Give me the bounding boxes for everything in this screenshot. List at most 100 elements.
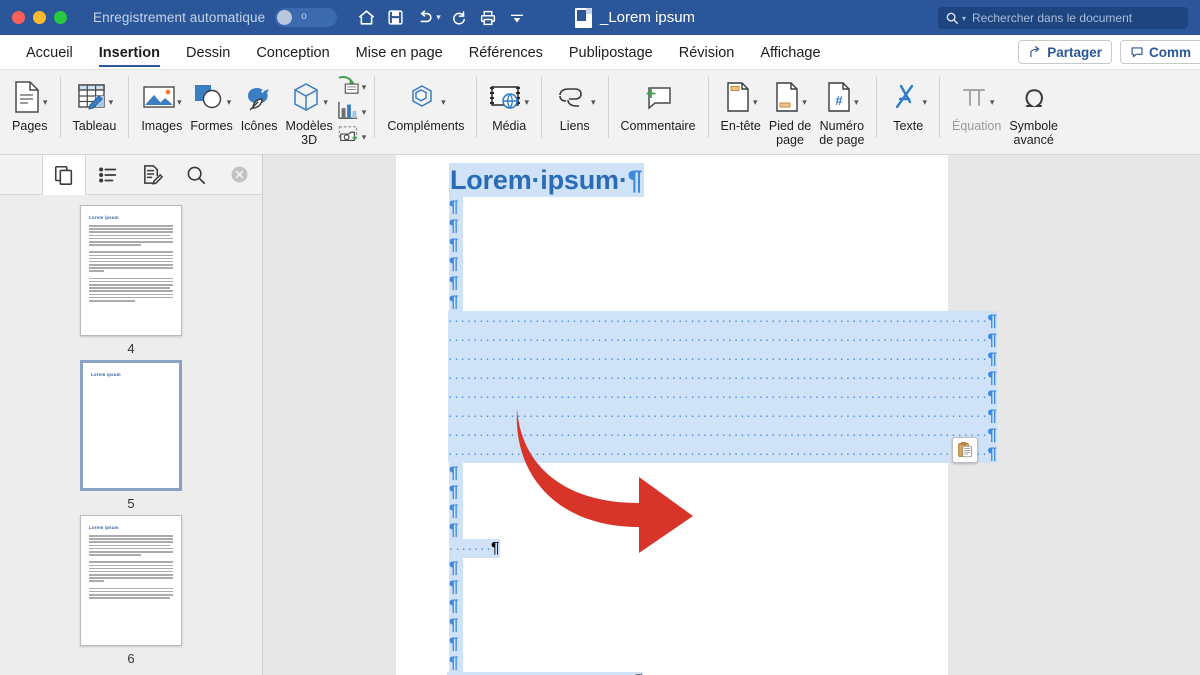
links-dropdown-caret[interactable]: ▾ <box>591 88 596 107</box>
page-thumbnail-5[interactable]: Lorem ipsum <box>80 360 182 491</box>
selected-space-block[interactable]: ········································… <box>448 311 997 463</box>
undo-dropdown-caret[interactable]: ▾ <box>436 12 441 23</box>
pages-button[interactable]: ▾ Pages <box>8 70 52 133</box>
document-canvas[interactable]: Lorem·ipsum·¶ ¶ ¶ ¶ ¶ ¶ ¶ ··············… <box>263 155 1200 675</box>
space-line[interactable]: ········································… <box>448 425 997 444</box>
reviewing-tab[interactable] <box>130 155 174 194</box>
space-line[interactable]: ········································… <box>448 406 997 425</box>
tab-references[interactable]: Références <box>456 45 556 69</box>
tab-mise-en-page[interactable]: Mise en page <box>343 45 456 69</box>
page-thumbnail-6[interactable]: Lorem ipsum <box>80 515 182 646</box>
space-line[interactable]: ········································… <box>448 368 997 387</box>
empty-paragraph[interactable]: ¶ <box>449 216 463 235</box>
empty-paragraph[interactable]: ¶ <box>449 558 463 577</box>
shapes-button[interactable]: ▾ Formes <box>186 70 236 133</box>
new-comment-button[interactable]: Commentaire <box>617 70 700 133</box>
search-input[interactable] <box>969 11 1181 25</box>
space-line[interactable]: ········································… <box>448 387 997 406</box>
addins-dropdown-caret[interactable]: ▾ <box>441 88 446 107</box>
close-navigation-pane-button[interactable] <box>230 155 249 194</box>
text-dropdown-caret[interactable]: ▾ <box>922 88 927 107</box>
minimize-window-button[interactable] <box>33 11 46 24</box>
empty-paragraph[interactable]: ¶ <box>449 615 463 634</box>
chart-button[interactable]: ▾ <box>337 100 367 124</box>
empty-paragraph[interactable]: ¶ <box>449 577 463 596</box>
table-button[interactable]: ▾ Tableau <box>69 70 121 133</box>
3d-models-dropdown-caret[interactable]: ▾ <box>323 88 328 107</box>
space-line[interactable]: ········································… <box>448 349 997 368</box>
pages-dropdown-caret[interactable]: ▾ <box>43 88 48 107</box>
autosave-toggle[interactable]: o <box>275 8 337 27</box>
smartart-button[interactable]: ▾ <box>337 75 367 99</box>
text-button[interactable]: ▾ Texte <box>885 70 931 133</box>
page-number-dropdown-caret[interactable]: ▾ <box>854 88 859 107</box>
smartart-dropdown-caret[interactable]: ▾ <box>362 83 367 92</box>
empty-paragraph[interactable]: ¶ <box>449 273 463 292</box>
page-number-button[interactable]: # ▾ Numéro de page <box>815 70 868 147</box>
outline-tab[interactable] <box>86 155 130 194</box>
header-button[interactable]: ▾ En-tête <box>717 70 765 133</box>
footer-button[interactable]: ▾ Pied de page <box>765 70 815 147</box>
empty-paragraph[interactable]: ¶ <box>449 653 463 672</box>
thumbnail-item[interactable]: Lorem ipsum 5 <box>0 360 262 511</box>
print-icon[interactable] <box>475 5 501 31</box>
save-icon[interactable] <box>382 5 408 31</box>
tab-revision[interactable]: Révision <box>666 45 748 69</box>
pictures-dropdown-caret[interactable]: ▾ <box>177 88 182 107</box>
close-window-button[interactable] <box>12 11 25 24</box>
tab-insertion[interactable]: Insertion <box>86 45 173 69</box>
empty-paragraph[interactable]: ¶ <box>449 634 463 653</box>
table-dropdown-caret[interactable]: ▾ <box>109 88 114 107</box>
tab-conception[interactable]: Conception <box>243 45 342 69</box>
comments-button[interactable]: Comm <box>1120 40 1200 64</box>
screenshot-dropdown-caret[interactable]: ▾ <box>362 133 367 142</box>
document-title[interactable]: _Lorem ipsum <box>600 9 695 26</box>
paste-options-button[interactable] <box>952 437 978 463</box>
window-controls[interactable] <box>0 11 67 24</box>
space-line[interactable]: ········································… <box>448 330 997 349</box>
undo-icon[interactable] <box>411 5 437 31</box>
empty-paragraph[interactable]: ¶ <box>449 482 463 501</box>
space-line[interactable]: ········································… <box>448 311 997 330</box>
empty-paragraph-group[interactable]: ¶ ¶ ¶ ¶ ¶ ¶ <box>449 197 914 311</box>
shapes-dropdown-caret[interactable]: ▾ <box>227 88 232 107</box>
empty-paragraph-group[interactable]: ¶ ¶ ¶ ¶ <box>449 463 914 539</box>
screenshot-button[interactable]: ▾ <box>337 125 367 149</box>
tab-affichage[interactable]: Affichage <box>747 45 833 69</box>
empty-paragraph[interactable]: ¶ <box>449 235 463 254</box>
page-thumbnail-4[interactable]: Lorem ipsum <box>80 205 182 336</box>
addins-button[interactable]: ▾ Compléments <box>383 70 468 133</box>
empty-paragraph[interactable]: ¶ <box>449 292 463 311</box>
media-button[interactable]: ▾ Média <box>485 70 533 133</box>
short-space-line[interactable]: ·········¶ <box>449 539 500 558</box>
thumbnail-item[interactable]: Lorem ipsum 6 <box>0 515 262 666</box>
empty-paragraph[interactable]: ¶ <box>449 520 463 539</box>
document-heading[interactable]: Lorem·ipsum·¶ <box>449 163 644 197</box>
chart-dropdown-caret[interactable]: ▾ <box>362 108 367 117</box>
document-body[interactable]: Lorem·ipsum·¶ ¶ ¶ ¶ ¶ ¶ ¶ ··············… <box>449 163 914 675</box>
zoom-window-button[interactable] <box>54 11 67 24</box>
links-button[interactable]: ▾ Liens <box>550 70 600 133</box>
pictures-button[interactable]: ▾ Images <box>137 70 186 133</box>
empty-paragraph[interactable]: ¶ <box>449 197 463 216</box>
empty-paragraph-group[interactable]: ¶ ¶ ¶ ¶ ¶ ¶ <box>449 558 914 672</box>
icons-button[interactable]: Icônes <box>237 70 282 133</box>
redo-icon[interactable] <box>446 5 472 31</box>
empty-paragraph[interactable]: ¶ <box>449 463 463 482</box>
equation-dropdown-caret[interactable]: ▾ <box>990 88 995 107</box>
header-dropdown-caret[interactable]: ▾ <box>753 88 758 107</box>
document-page[interactable]: Lorem·ipsum·¶ ¶ ¶ ¶ ¶ ¶ ¶ ··············… <box>396 155 948 675</box>
space-line[interactable]: ········································… <box>448 444 997 463</box>
short-space-line-row[interactable]: ·········¶ <box>449 539 914 558</box>
empty-paragraph[interactable]: ¶ <box>449 596 463 615</box>
search-box[interactable]: ▾ <box>938 7 1188 29</box>
tab-publipostage[interactable]: Publipostage <box>556 45 666 69</box>
share-button[interactable]: Partager <box>1018 40 1112 64</box>
document-heading-line[interactable]: Lorem·ipsum·¶ <box>449 163 914 197</box>
advanced-symbol-button[interactable]: Symbole avancé <box>1005 70 1062 147</box>
empty-paragraph[interactable]: ¶ <box>449 254 463 273</box>
tab-accueil[interactable]: Accueil <box>13 45 86 69</box>
thumbnail-item[interactable]: Lorem ipsum 4 <box>0 205 262 356</box>
search-tab[interactable] <box>174 155 218 194</box>
media-dropdown-caret[interactable]: ▾ <box>524 88 529 107</box>
